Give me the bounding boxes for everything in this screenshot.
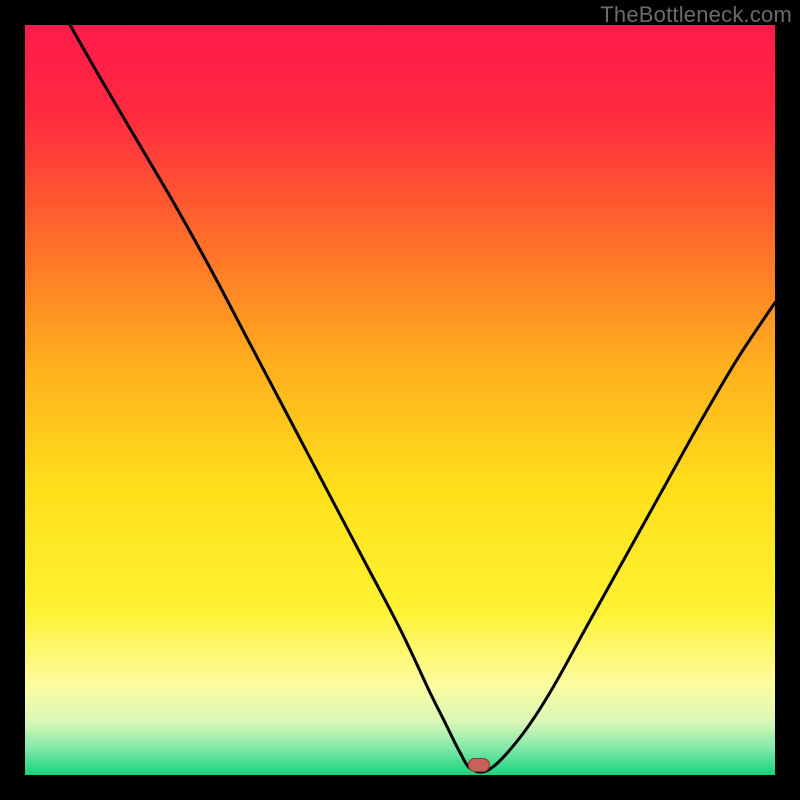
chart-frame: TheBottleneck.com: [0, 0, 800, 800]
curve-layer: [25, 25, 775, 775]
bottleneck-curve: [70, 25, 775, 772]
watermark-text: TheBottleneck.com: [600, 2, 792, 28]
plot-area: [25, 25, 775, 775]
optimal-marker: [468, 758, 490, 772]
